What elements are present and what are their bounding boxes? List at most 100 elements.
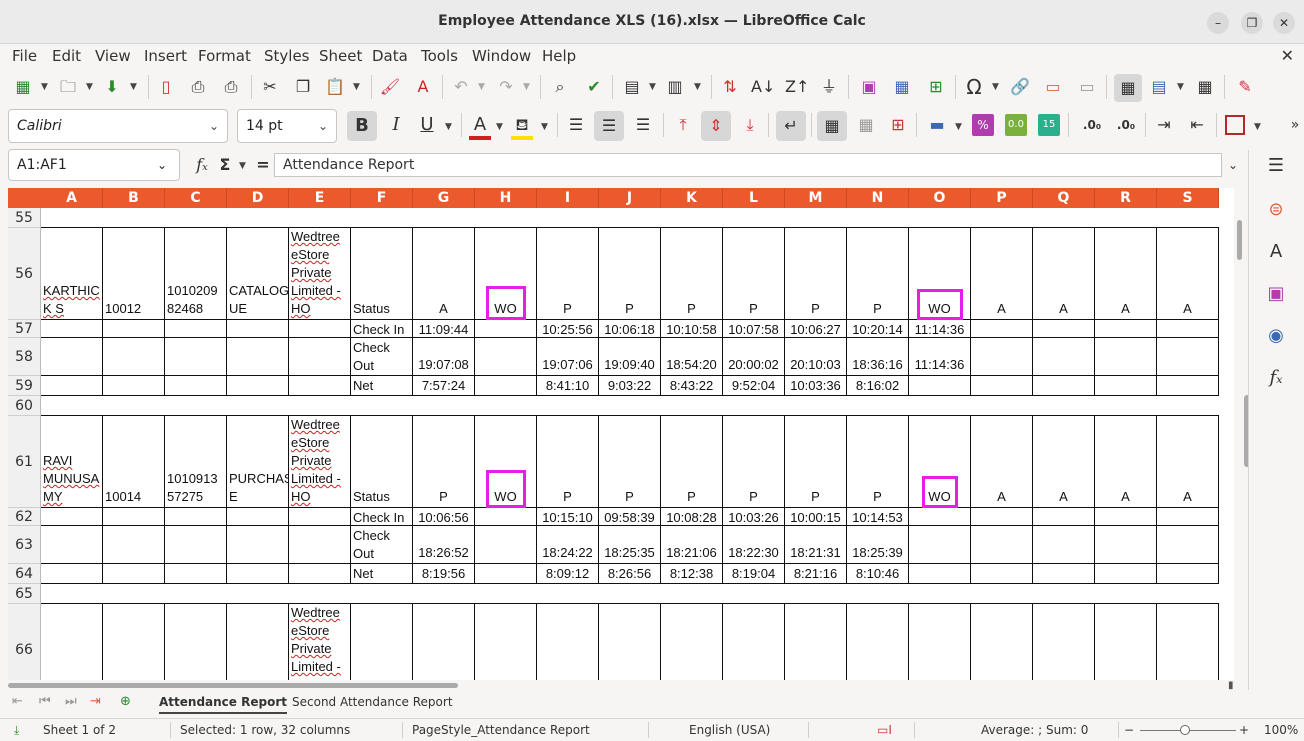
select-all-corner[interactable] [8, 188, 41, 208]
chevron-down-icon[interactable]: ▼ [694, 82, 701, 92]
cell[interactable] [723, 604, 785, 680]
column-header-s[interactable]: S [1157, 188, 1219, 208]
cell[interactable] [289, 320, 351, 338]
net-cell[interactable]: 7:57:24 [413, 376, 475, 396]
insert-chart-icon[interactable]: ▦ [891, 76, 913, 98]
checkin-label-cell[interactable]: Check In [351, 508, 413, 526]
net-cell[interactable]: 8:19:56 [413, 564, 475, 584]
chevron-down-icon[interactable]: ⌄ [157, 150, 167, 180]
checkout-cell[interactable]: 20:00:02 [723, 338, 785, 376]
hyperlink-icon[interactable]: 🔗 [1009, 76, 1031, 98]
menu-edit[interactable]: Edit [52, 47, 81, 65]
cell[interactable] [289, 508, 351, 526]
chevron-down-icon[interactable]: ▼ [86, 82, 93, 92]
insert-image-icon[interactable]: ▣ [858, 76, 880, 98]
cell[interactable] [41, 508, 103, 526]
spreadsheet-grid[interactable]: ABCDEFGHIJKLMNOPQRS 55 56 57 58 59 60 61 62 63 64… [8, 188, 1234, 680]
underline-button[interactable]: U [416, 114, 438, 136]
functions-icon[interactable]: fₓ [1264, 366, 1288, 390]
status-cell[interactable]: P [413, 416, 475, 508]
status-cell[interactable]: P [785, 416, 847, 508]
menu-data[interactable]: Data [372, 47, 408, 65]
checkout-cell[interactable]: 18:25:35 [599, 526, 661, 564]
comment-icon[interactable]: ▭ [1042, 76, 1064, 98]
checkout-cell[interactable]: 18:22:30 [723, 526, 785, 564]
column-header-f[interactable]: F [351, 188, 413, 208]
cell[interactable] [165, 320, 227, 338]
checkin-cell[interactable]: 10:07:58 [723, 320, 785, 338]
employee-id-cell[interactable]: 10014 [103, 416, 165, 508]
row-header-61[interactable]: 61 [8, 416, 41, 508]
formula-input[interactable]: Attendance Report [274, 153, 1222, 177]
checkin-label-cell[interactable]: Check In [351, 320, 413, 338]
bold-button[interactable]: B [347, 111, 377, 141]
draw-functions-icon[interactable]: ✎ [1234, 76, 1256, 98]
employee-id-cell[interactable] [103, 604, 165, 680]
department-cell[interactable]: CATALOG UE [227, 228, 289, 320]
column-header-n[interactable]: N [847, 188, 909, 208]
status-cell[interactable]: P [723, 416, 785, 508]
employee-name-cell[interactable]: KARTHIC K S [41, 228, 103, 320]
chevron-down-icon[interactable]: ▼ [992, 82, 999, 92]
special-character-icon[interactable]: Ω [963, 76, 985, 98]
cell[interactable] [599, 604, 661, 680]
checkout-cell[interactable]: 19:09:40 [599, 338, 661, 376]
open-folder-icon[interactable]: 🗀 [57, 76, 79, 98]
status-cell[interactable]: P [847, 228, 909, 320]
save-icon[interactable]: ⬇ [101, 76, 123, 98]
cell[interactable] [847, 604, 909, 680]
cell[interactable] [103, 564, 165, 584]
checkin-cell[interactable]: 10:00:15 [785, 508, 847, 526]
cell[interactable] [1157, 604, 1219, 680]
find-replace-icon[interactable]: ⌕ [549, 76, 571, 98]
sum-icon[interactable]: Σ [214, 154, 236, 176]
cell[interactable] [289, 376, 351, 396]
align-top-icon[interactable]: ⤒ [672, 114, 694, 136]
row-header-64[interactable]: 64 [8, 564, 41, 584]
zoom-level[interactable]: 100% [1264, 723, 1298, 737]
checkout-cell[interactable] [1095, 526, 1157, 564]
employee-code-cell[interactable]: 1010913 [165, 604, 227, 680]
department-cell[interactable]: PURCHAS E [227, 416, 289, 508]
checkout-label-cell[interactable]: Check Out [351, 526, 413, 564]
net-cell[interactable] [1157, 376, 1219, 396]
department-cell[interactable]: DISPATC [227, 604, 289, 680]
net-cell[interactable]: 8:43:22 [661, 376, 723, 396]
row-header-62[interactable]: 62 [8, 508, 41, 526]
cell[interactable] [103, 338, 165, 376]
status-cell[interactable]: P [661, 228, 723, 320]
chevron-down-icon[interactable]: ▼ [41, 82, 48, 92]
column-header-m[interactable]: M [785, 188, 847, 208]
cell[interactable] [41, 320, 103, 338]
cell[interactable] [227, 508, 289, 526]
zoom-in-icon[interactable]: + [1239, 723, 1249, 737]
previous-sheet-icon[interactable]: ⏮ [39, 694, 51, 709]
chevron-down-icon[interactable]: ▼ [649, 82, 656, 92]
checkin-cell[interactable]: 11:09:44 [413, 320, 475, 338]
checkin-cell[interactable] [475, 320, 537, 338]
export-pdf-icon[interactable]: ▯ [155, 76, 177, 98]
merge-center-icon[interactable]: ▦ [817, 111, 847, 141]
column-header-p[interactable]: P [971, 188, 1033, 208]
checkin-cell[interactable] [909, 508, 971, 526]
font-name-box[interactable]: Calibri ⌄ [8, 109, 228, 143]
checkout-cell[interactable]: 11:14:36 [909, 338, 971, 376]
checkout-cell[interactable]: 18:54:20 [661, 338, 723, 376]
chevron-down-icon[interactable]: ▼ [955, 122, 962, 132]
status-cell[interactable]: P [661, 416, 723, 508]
chevron-down-icon[interactable]: ▼ [1177, 82, 1184, 92]
employee-id-cell[interactable]: 10012 [103, 228, 165, 320]
status-cell[interactable]: P [599, 416, 661, 508]
signature-icon[interactable]: ⤓ [14, 723, 19, 738]
menu-window[interactable]: Window [472, 47, 531, 65]
menu-view[interactable]: View [95, 47, 131, 65]
function-wizard-icon[interactable]: fₓ [191, 154, 213, 176]
cell[interactable] [165, 338, 227, 376]
menu-insert[interactable]: Insert [144, 47, 187, 65]
net-cell[interactable] [475, 376, 537, 396]
net-cell[interactable]: 9:52:04 [723, 376, 785, 396]
net-cell[interactable] [909, 564, 971, 584]
spelling-icon[interactable]: ✔ [583, 76, 605, 98]
status-cell[interactable]: A [971, 228, 1033, 320]
first-sheet-icon[interactable]: ⇤ [12, 694, 23, 709]
